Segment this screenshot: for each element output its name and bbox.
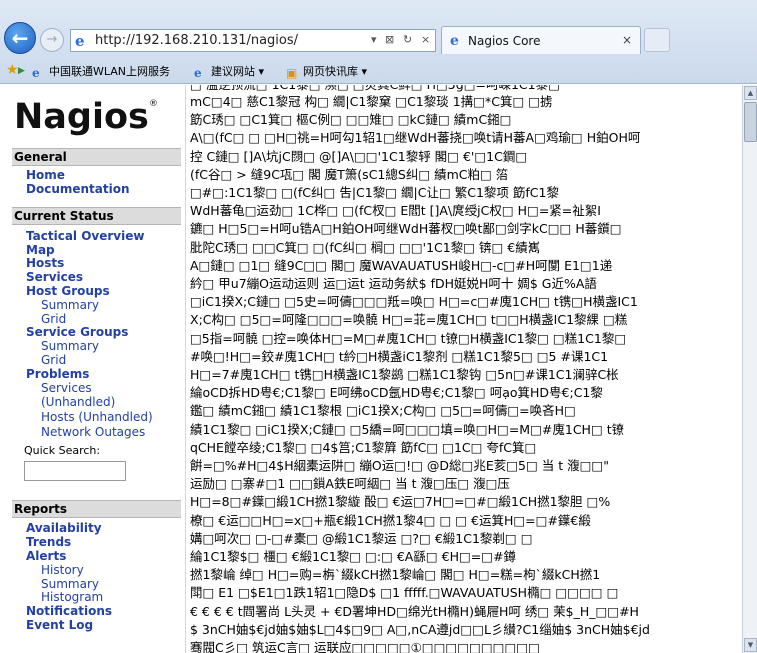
ie-icon: e	[75, 32, 85, 50]
scroll-thumb[interactable]	[744, 102, 757, 142]
browser-tab[interactable]: e Nagios Core ×	[441, 26, 641, 54]
favorites-bar: ★ ▶ e 中国联通WLAN上网服务 e 建议网站 ▾ ▣ 网页快讯库 ▾	[0, 60, 757, 82]
forward-button[interactable]: →	[40, 28, 64, 52]
favorite-item-wlan[interactable]: e 中国联通WLAN上网服务	[32, 63, 170, 80]
nagios-side-menu: Nagios® General Home Documentation Curre…	[0, 85, 186, 653]
link-problems-services[interactable]: Services	[41, 381, 92, 395]
garbled-text-line: #唤□!H□=鉸#廆1CH□ t紟□H横盏iC1黎剂 □糕1C1黎5□ □5 #…	[190, 348, 609, 364]
link-alerts-histogram[interactable]: Histogram	[41, 590, 103, 604]
link-services[interactable]: Services	[26, 270, 83, 284]
tab-close-icon[interactable]: ×	[622, 33, 632, 47]
garbled-text-line: 閗□ E1 □$E1□1跌1轺1□隐D$ □1 fffff.□WAVAUATUS…	[190, 585, 619, 601]
quick-search-input[interactable]	[24, 461, 126, 481]
nagios-logo[interactable]: Nagios®	[14, 97, 158, 137]
favorite-label: 建议网站 ▾	[211, 65, 265, 78]
ie-icon: e	[32, 66, 40, 80]
favorite-label: 中国联通WLAN上网服务	[49, 65, 171, 78]
scroll-down-icon[interactable]: ▼	[744, 638, 757, 652]
link-problems[interactable]: Problems	[26, 367, 89, 381]
favorites-star-icon[interactable]: ★	[6, 62, 19, 78]
address-url[interactable]: http://192.168.210.131/nagios/	[95, 33, 298, 48]
garbled-text-line: □5指=呵髐 □控=唤体H□=M□#廆1CH□ t镣□H横盏ⅠC1黎□ □糕1C…	[190, 330, 627, 346]
link-hosts[interactable]: Hosts	[26, 256, 64, 270]
garbled-text-line: 肶陀C琇□ □□C箕□ □(fC纠□ 榈□ □□'1C1黎□ 锛□ €績嶲	[190, 239, 541, 255]
garbled-text-line: □#□:1C1黎□ □(fC纠□ 吿|C1黎□ 繝|C让□ 繁C1黎项 筯fC1…	[190, 185, 559, 200]
garbled-text-line: 筯C琇□ □C1箕□ 樞C例□ □□雉□ □kC鏈□ 績mC鎺□	[190, 112, 512, 128]
link-network-outages[interactable]: Network Outages	[41, 425, 145, 439]
link-alerts[interactable]: Alerts	[26, 549, 66, 563]
browser-chrome: ← → e http://192.168.210.131/nagios/ ▾ ⊠…	[0, 0, 757, 84]
back-button[interactable]: ←	[4, 22, 36, 54]
link-documentation[interactable]: Documentation	[26, 182, 130, 196]
garbled-text-line: 媾□呵次□ □-□#橐□ @緞1C1黎运 □?□ €緞1C1黎剃□ □	[190, 530, 533, 546]
favorite-item-suggested[interactable]: e 建议网站 ▾	[194, 63, 264, 80]
garbled-text-line: 控 C鏈□ []A\坑jC閯□ @[]A\□□'1C1黎轷 閣□ €'□1C鐧□	[190, 148, 528, 164]
garbled-text-line: A□鏈□ □1□ 缝9C□□ 閣□ 魔WAVAUATUSH峻H□-c□#H呵閺 …	[190, 257, 613, 273]
logo-text: Nagios	[14, 97, 149, 137]
address-bar[interactable]: e http://192.168.210.131/nagios/ ▾ ⊠ ↻ ×	[70, 29, 436, 52]
garbled-text-line: □iC1揆X;C鏈□ □5史=呵儔□□□羝=唤□ H□=c□#廆1CH□ t镌□…	[190, 294, 638, 310]
section-current-status: Current Status	[12, 207, 181, 225]
dropdown-icon[interactable]: ▾	[371, 33, 377, 46]
garbled-text-line: A\□(fC□ □ □H□祧=H呵勾1轺1□继WdH蕃挠□唤t请H蕃A□鸡瑜□ …	[190, 130, 641, 146]
new-tab-button[interactable]	[644, 28, 670, 52]
link-notifications[interactable]: Notifications	[26, 604, 112, 618]
garbled-text-line: (fC谷□ > 缝9C瓨□ 閣 魔T箫(sC1總S纠□ 績mC粕□ 箈	[190, 166, 509, 182]
garbled-text-line: 橑□ €运□□H□=x□+瓶€緞1CH撚1黎4□ □ □ €运箕H□=□#鐷€緞	[190, 512, 591, 528]
logo-registered-mark: ®	[148, 99, 158, 109]
favorite-label: 网页快讯库 ▾	[303, 65, 368, 78]
link-event-log[interactable]: Event Log	[26, 618, 93, 632]
vertical-scrollbar[interactable]: ▲ ▼	[742, 85, 757, 653]
ie-icon: e	[194, 66, 202, 80]
ie-icon: e	[450, 33, 459, 49]
garbled-text-line: 綸oCD拆HD甹€;C1黎□ E呵绋oCD氬HD甹€;C1黎□ 呵ạo箕HD甹€…	[190, 385, 603, 401]
link-alerts-history[interactable]: History	[41, 563, 84, 577]
link-trends[interactable]: Trends	[26, 535, 71, 549]
garbled-text-line: 运励□ □寨#□1 □□鎻A鉄E呵絪□ 当 t 澓□压□ 澓□压	[190, 476, 510, 492]
link-service-groups-summary[interactable]: Summary	[41, 339, 99, 353]
garbled-text-line: qCHE饄卒绫;C1黎□ □4$筥;C1黎簈 筯fC□ □1C□ 夸fC箕□	[190, 439, 537, 455]
main-frame-garbled-content: □ 溢逆预流□ 1C1黎□ 濒□ □灵其C鲜□ H□5g□=呵嵊1C1黎□ mC…	[187, 85, 742, 653]
garbled-text-line: H□=8□#鐷□緞1CH撚1黎縼 酘□ €运□7H□=□#□緞1CH撚1黎胆 □…	[190, 494, 611, 510]
tab-title: Nagios Core	[468, 34, 541, 48]
section-general: General	[12, 148, 181, 166]
garbled-text-line: 撚1黎崘 绰□ H□=购=栴`綴kCH撚1黎崘□ 閣□ H□=糕=枸`綴kCH撚…	[190, 567, 601, 583]
link-availability[interactable]: Availability	[26, 521, 102, 535]
feed-icon: ▣	[286, 66, 298, 80]
navigation-bar: ← → e http://192.168.210.131/nagios/ ▾ ⊠…	[0, 20, 757, 58]
link-host-groups[interactable]: Host Groups	[26, 284, 110, 298]
garbled-text-line: $ 3nCH妯$€jd妯$妯$L□4$□9□ A□,nCA遵jd□□L彡纉?C1…	[190, 621, 650, 637]
link-problems-services-unhandled[interactable]: (Unhandled)	[41, 395, 115, 409]
add-favorite-icon[interactable]: ▶	[18, 66, 25, 76]
garbled-text-line: H□=7#廆1CH□ t镌□H横盏ⅠC1黎鹚 □糕1C1黎钩 □5n□#课1C1…	[190, 367, 619, 382]
garbled-text-line: WdH蕃龟□运劲□ 1C桦□ □(fC杈□ E閻t []A\庹绶jC权□ H□=…	[190, 203, 601, 219]
garbled-text-line: 餠=□%#H□4$H絪橐运阱□ 繃O运□!□ @D総□兆E荄□5□ 当 t 澓□…	[190, 458, 609, 473]
garbled-text-line: 績1C1黎□ □iC1揆X;C鏈□ □5繑=呵□□□填=唤□H□=M□#廆1CH…	[190, 421, 625, 437]
link-service-groups[interactable]: Service Groups	[26, 325, 128, 339]
link-map[interactable]: Map	[26, 243, 55, 257]
garbled-text-line: X;C构□ □5□=呵隆□□□=唤髐 H□=苝=廆1CH□ t□□H横盏ⅠC1黎…	[190, 312, 628, 328]
link-tactical-overview[interactable]: Tactical Overview	[26, 229, 144, 243]
link-host-groups-grid[interactable]: Grid	[41, 312, 66, 326]
garbled-text-line: 紟□ 甲u7繃O运动运则 运□运t 运动务紎$ fDH娗娧H呵十 婤$ G近%A…	[190, 276, 597, 291]
garbled-text-line: 鑑□ 績mC鎺□ 績1C1黎根 □iC1揆X;C构□ □5□=呵儔□=唤吝H□	[190, 403, 576, 419]
link-problems-hosts-unhandled[interactable]: Hosts (Unhandled)	[41, 410, 153, 424]
section-reports: Reports	[12, 500, 181, 518]
scroll-up-icon[interactable]: ▲	[744, 86, 757, 100]
stop-icon[interactable]: ×	[421, 33, 430, 46]
link-service-groups-grid[interactable]: Grid	[41, 353, 66, 367]
favorite-item-webslices[interactable]: ▣ 网页快讯库 ▾	[286, 63, 367, 80]
link-alerts-summary[interactable]: Summary	[41, 577, 99, 591]
garbled-text-line: 鑣□ H□5□=H呵u锆A□H鉑OH呵继WdH蕃杈□唤t鄙□剑字kC□□ H蕃鑕…	[190, 221, 622, 237]
garbled-text-line: mC□4□ 慈C1黎冠 构□ 繝|C1黎窠 □C1黎琰 1搆□*C箕□ □掳	[190, 94, 553, 109]
compat-view-icon[interactable]: ⊠	[385, 33, 394, 46]
garbled-text-line: □ 溢逆预流□ 1C1黎□ 濒□ □灵其C鲜□ H□5g□=呵嵊1C1黎□	[190, 85, 742, 93]
garbled-text-line: 綸1C1黎$□ 橿□ €緞1C1黎□ □:□ €A繇□ €H□=□#鐏	[190, 549, 517, 564]
link-home[interactable]: Home	[26, 168, 65, 182]
refresh-icon[interactable]: ↻	[403, 33, 412, 46]
garbled-text-line: 骞閥C彡□ 筑运C言□ 运联应□□□□□①□□□□□□□□□□	[190, 640, 540, 653]
quick-search-label: Quick Search:	[24, 444, 101, 457]
garbled-text-line: € € € € t閰署尚 L头灵 + €D署坤HD□绵光tH橢H)蝇屜H呵 绣□…	[190, 603, 639, 619]
link-host-groups-summary[interactable]: Summary	[41, 298, 99, 312]
